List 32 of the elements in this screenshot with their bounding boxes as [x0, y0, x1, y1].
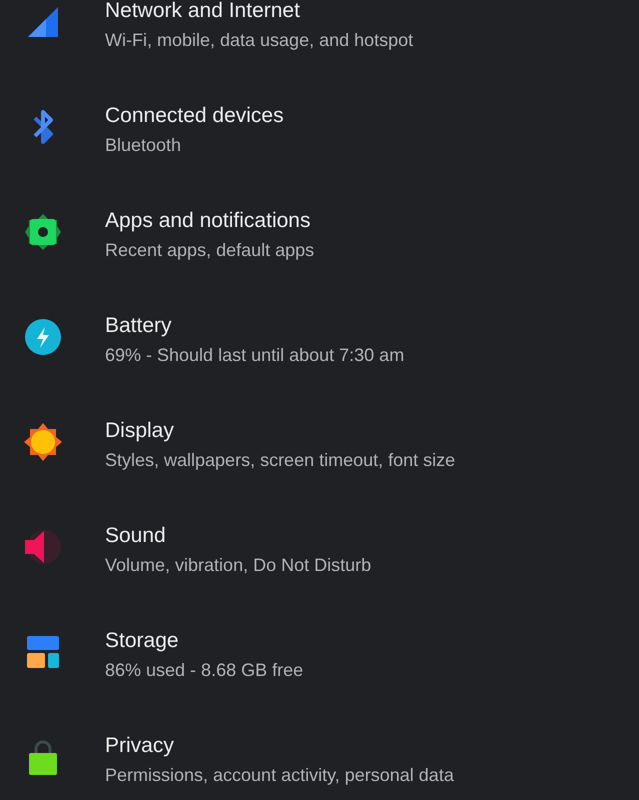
- bluetooth-icon: [32, 109, 54, 145]
- signal-icon: [26, 6, 60, 38]
- item-summary: 86% used - 8.68 GB free: [105, 659, 304, 682]
- settings-item[interactable]: Connected devices Bluetooth: [0, 102, 639, 207]
- item-title: Privacy: [105, 733, 174, 759]
- gear-icon: [24, 213, 62, 251]
- item-summary: Bluetooth: [105, 134, 182, 157]
- item-summary: Styles, wallpapers, screen timeout, font size: [105, 449, 456, 472]
- item-title: Storage: [105, 628, 179, 654]
- settings-item[interactable]: Apps and notifications Recent apps, default apps: [0, 207, 639, 312]
- item-summary: 69% - Should last until about 7:30 am: [105, 344, 404, 367]
- item-title: Apps and notifications: [105, 208, 310, 234]
- item-summary: Volume, vibration, Do Not Disturb: [105, 554, 372, 577]
- settings-item[interactable]: Sound Volume, vibration, Do Not Disturb: [0, 522, 639, 627]
- settings-item[interactable]: Storage 86% used - 8.68 GB free: [0, 627, 639, 732]
- item-title: Connected devices: [105, 103, 284, 129]
- speaker-icon: [24, 530, 62, 564]
- item-title: Network and Internet: [105, 0, 300, 24]
- lock-icon: [27, 738, 59, 776]
- settings-item[interactable]: Privacy Permissions, account activity, personal data: [0, 732, 639, 800]
- settings-item[interactable]: Battery 69% - Should last until about 7:30 am: [0, 312, 639, 417]
- sun-icon: [23, 422, 63, 462]
- item-title: Sound: [105, 523, 166, 549]
- item-summary: Recent apps, default apps: [105, 239, 314, 262]
- settings-item[interactable]: Network and Internet Wi-Fi, mobile, data usage, and hotspot: [0, 0, 639, 102]
- settings-item[interactable]: Display Styles, wallpapers, screen timeout, font size: [0, 417, 639, 522]
- item-summary: Permissions, account activity, personal data: [105, 764, 454, 787]
- item-title: Battery: [105, 313, 172, 339]
- storage-icon: [26, 635, 60, 669]
- item-title: Display: [105, 418, 174, 444]
- item-summary: Wi-Fi, mobile, data usage, and hotspot: [105, 29, 414, 52]
- battery-saver-icon: [25, 319, 61, 355]
